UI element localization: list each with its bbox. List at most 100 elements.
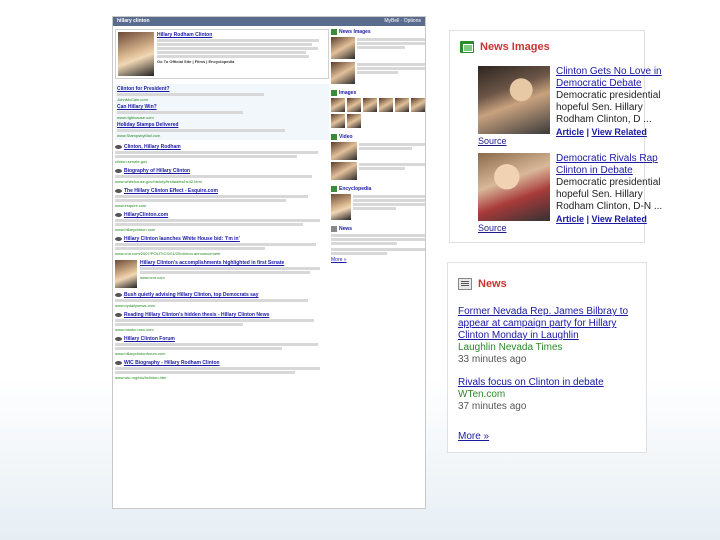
preview-icon[interactable] — [115, 145, 122, 149]
sponsored-results: Clinton for President? JohnMcCain.com Ca… — [115, 84, 329, 140]
news-images-icon — [331, 29, 337, 35]
source-link[interactable]: Source — [478, 223, 550, 233]
article-link[interactable]: Article — [556, 127, 584, 137]
sponsored-title-2[interactable]: Can Hillary Win? — [117, 104, 327, 110]
news-time: 33 minutes ago — [458, 354, 527, 365]
result-title[interactable]: The Hillary Clinton Effect - Esquire.com — [124, 188, 218, 194]
image-thumb[interactable] — [331, 114, 345, 128]
view-related-link[interactable]: View Related — [592, 214, 647, 224]
results-column: Hillary Rodham Clinton Go To Official Si… — [115, 29, 329, 384]
image-thumb[interactable] — [363, 98, 377, 112]
sponsored-title-1[interactable]: Clinton for President? — [117, 86, 327, 92]
news-photo[interactable] — [478, 66, 550, 134]
result-title[interactable]: Hillary Clinton launches White House bid… — [124, 236, 240, 242]
video-icon — [331, 134, 337, 140]
news-image-description: Democratic presidential hopeful Sen. Hil… — [556, 177, 663, 212]
news-source[interactable]: Laughlin Nevada Times — [458, 342, 642, 354]
video-thumb[interactable] — [331, 142, 357, 160]
search-result: The Hillary Clinton Effect - Esquire.com… — [115, 188, 329, 208]
result-title[interactable]: Bush quietly advising Hillary Clinton, t… — [124, 292, 258, 298]
news-time: 37 minutes ago — [458, 401, 527, 412]
news-more: More » — [458, 426, 642, 444]
side-images-title[interactable]: Images — [339, 90, 356, 96]
side-images: Images — [331, 90, 425, 128]
image-thumb[interactable] — [395, 98, 409, 112]
news-images-panel: News Images Source Clinton Gets No Love … — [449, 30, 662, 243]
search-result: Bush quietly advising Hillary Clinton, t… — [115, 292, 329, 308]
encyclopedia-portrait — [331, 194, 351, 220]
video-thumb[interactable] — [331, 162, 357, 180]
sponsored-title-3[interactable]: Holiday Stamps Delivered — [117, 122, 327, 128]
side-news-title[interactable]: News — [339, 226, 352, 232]
result-title[interactable]: HillaryClinton.com — [124, 212, 168, 218]
preview-icon[interactable] — [115, 189, 122, 193]
search-result-with-image: Hillary Clinton's accomplishments highli… — [115, 260, 329, 288]
side-more-link[interactable]: More » — [331, 257, 425, 263]
side-video-title[interactable]: Video — [339, 134, 353, 140]
preview-icon[interactable] — [115, 169, 122, 173]
side-thumb[interactable] — [331, 62, 355, 84]
preview-icon[interactable] — [115, 313, 122, 317]
search-result: Hillary Clinton launches White House bid… — [115, 236, 329, 256]
result-title[interactable]: Clinton, Hillary Rodham — [124, 144, 181, 150]
side-video: Video — [331, 134, 425, 180]
result-url: www.nydailynews.com — [115, 303, 156, 308]
featured-title[interactable]: Hillary Rodham Clinton — [157, 32, 326, 38]
search-result: WIC Biography - Hillary Rodham Clinton w… — [115, 360, 329, 380]
result-title[interactable]: Reading Hillary Clinton's hidden thesis … — [124, 312, 269, 318]
news-image-headline[interactable]: Clinton Gets No Love in Democratic Debat… — [556, 66, 666, 90]
search-result: Biography of Hillary Clinton www.whiteho… — [115, 168, 329, 184]
news-headline[interactable]: Former Nevada Rep. James Bilbray to appe… — [458, 306, 642, 342]
news-image-headline[interactable]: Democratic Rivals Rap Clinton in Debate — [556, 153, 666, 177]
side-thumb[interactable] — [331, 37, 355, 59]
result-url: www.wic.org/bio/hclinton.htm — [115, 375, 167, 380]
search-result: HillaryClinton.com www.hillaryclinton.co… — [115, 212, 329, 232]
image-thumb[interactable] — [379, 98, 393, 112]
preview-icon[interactable] — [115, 213, 122, 217]
side-news: News More » — [331, 226, 425, 263]
image-thumb[interactable] — [347, 114, 361, 128]
sponsored-url-2: www.rightcause.com — [117, 115, 154, 120]
newspaper-icon — [458, 278, 472, 290]
side-news-images-title[interactable]: News Images — [339, 29, 371, 35]
images-icon — [331, 90, 337, 96]
image-thumb[interactable] — [347, 98, 361, 112]
article-link[interactable]: Article — [556, 214, 584, 224]
featured-links[interactable]: Go To Official Site | Films | Encycloped… — [157, 59, 326, 64]
encyclopedia-icon — [331, 186, 337, 192]
search-query[interactable]: hillary clinton — [117, 17, 150, 26]
news-images-header: News Images — [460, 41, 550, 53]
result-thumbnail[interactable] — [115, 260, 137, 288]
result-title[interactable]: Hillary Clinton Forum — [124, 336, 175, 342]
results-sidebar: News Images Images Video Encyclopedia Ne… — [331, 29, 425, 269]
news-source[interactable]: WTen.com — [458, 389, 642, 401]
source-link[interactable]: Source — [478, 136, 550, 146]
side-news-images: News Images — [331, 29, 425, 84]
image-thumb[interactable] — [411, 98, 425, 112]
preview-icon[interactable] — [115, 293, 122, 297]
result-url: www.msnbc.msn.com — [115, 327, 154, 332]
preview-icon[interactable] — [115, 237, 122, 241]
top-bar-options[interactable]: MyBell · Options — [384, 17, 421, 26]
result-title[interactable]: Biography of Hillary Clinton — [124, 168, 190, 174]
featured-card: Hillary Rodham Clinton Go To Official Si… — [115, 29, 329, 79]
news-image-description: Democratic presidential hopeful Sen. Hil… — [556, 90, 661, 125]
side-encyclopedia-title[interactable]: Encyclopedia — [339, 186, 371, 192]
preview-icon[interactable] — [115, 361, 122, 365]
news-item: Former Nevada Rep. James Bilbray to appe… — [458, 306, 642, 366]
news-image-item: Source Clinton Gets No Love in Democrati… — [478, 66, 666, 146]
news-item: Rivals focus on Clinton in debate WTen.c… — [458, 377, 642, 413]
sponsored-url-3: www.StampsbyMail.com — [117, 133, 161, 138]
news-headline[interactable]: Rivals focus on Clinton in debate — [458, 377, 642, 389]
news-header: News — [458, 278, 507, 290]
result-url: www.hillaryclintonforum.com — [115, 351, 166, 356]
news-photo[interactable] — [478, 153, 550, 221]
news-images-title: News Images — [480, 41, 550, 53]
preview-icon[interactable] — [115, 337, 122, 341]
view-related-link[interactable]: View Related — [592, 127, 647, 137]
image-thumb[interactable] — [331, 98, 345, 112]
result-title[interactable]: Hillary Clinton's accomplishments highli… — [140, 260, 329, 266]
more-link[interactable]: More » — [458, 431, 489, 442]
result-url: www.whitehouse.gov/history/firstladies/h… — [115, 179, 202, 184]
result-title[interactable]: WIC Biography - Hillary Rodham Clinton — [124, 360, 220, 366]
